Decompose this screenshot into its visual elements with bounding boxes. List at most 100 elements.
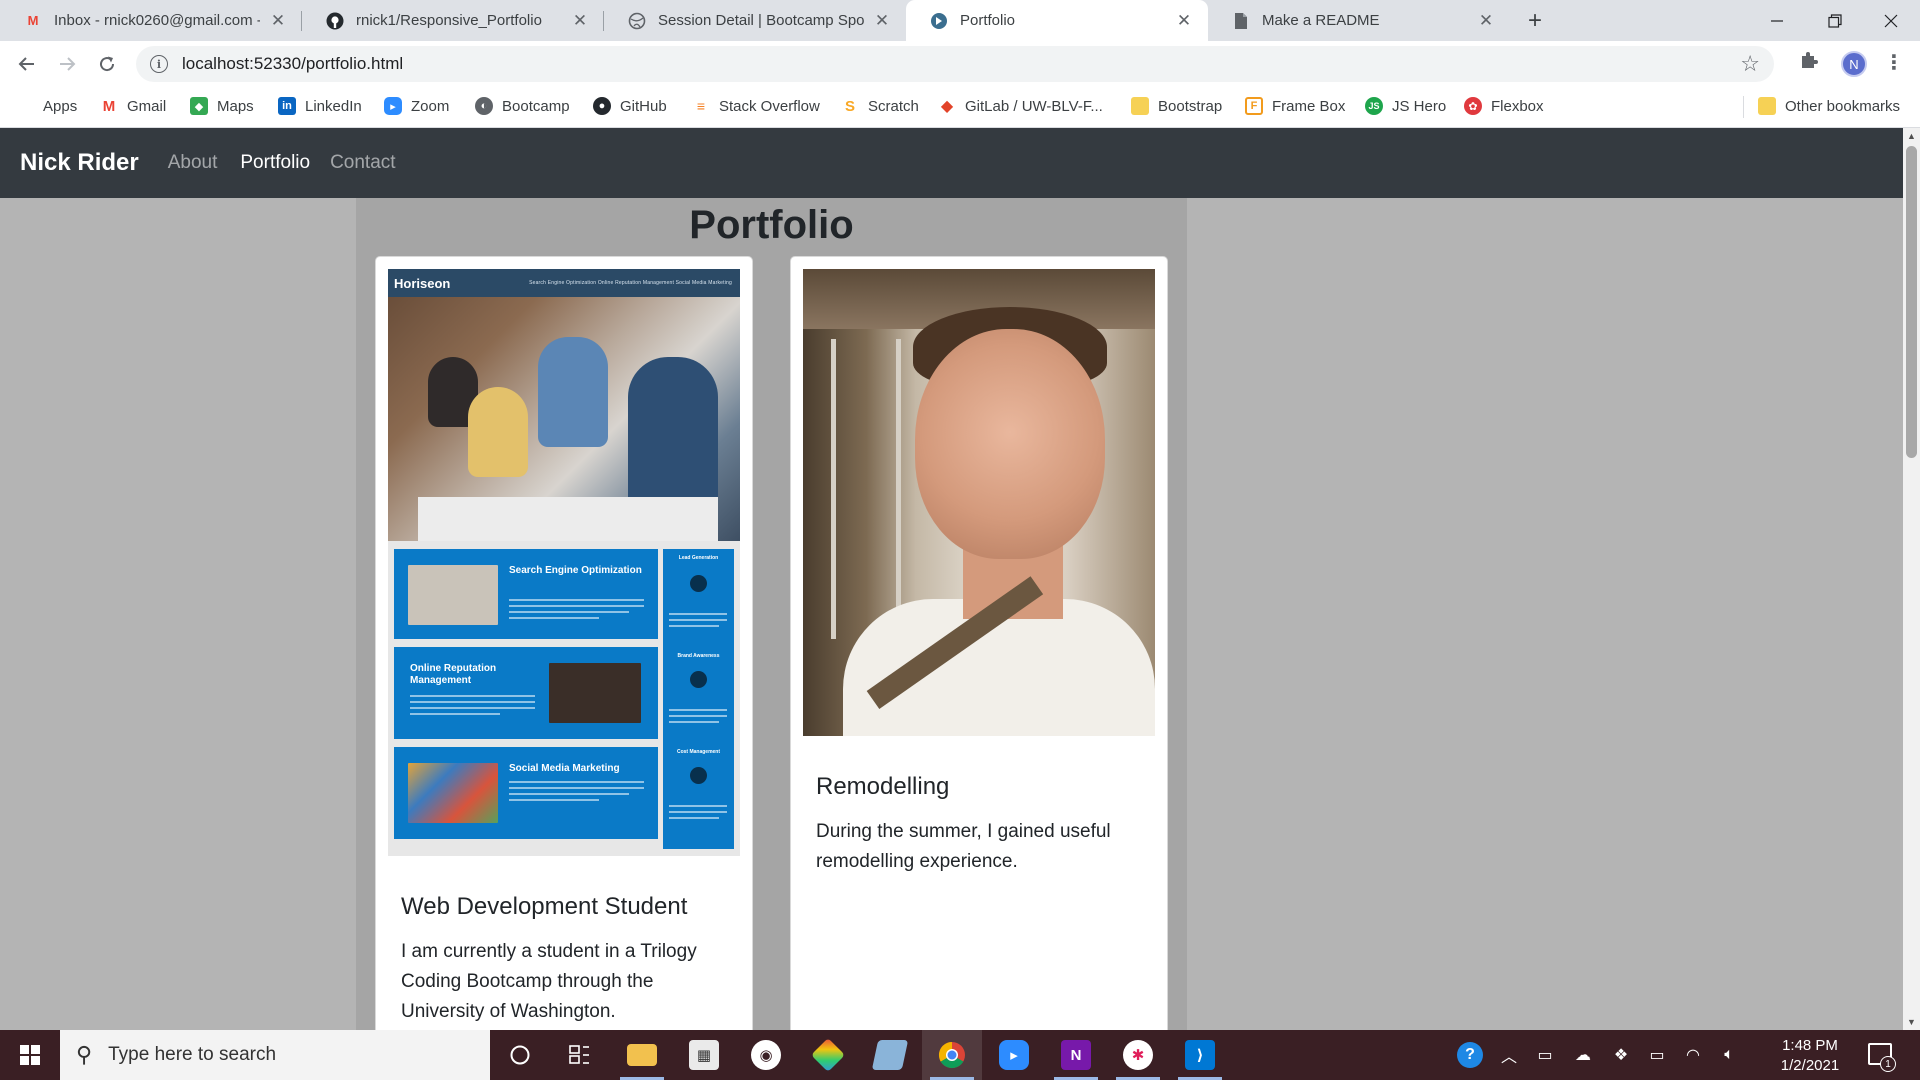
url-text[interactable]: localhost:52330/portfolio.html (182, 54, 403, 74)
battery-icon[interactable]: ▭ (1642, 1030, 1672, 1080)
card-title: Remodelling (816, 773, 950, 800)
bookmark-bootstrap[interactable]: Bootstrap (1131, 94, 1222, 118)
bookmark-label: Frame Box (1272, 97, 1346, 115)
taskbar-search[interactable]: ⚲ Type here to search (60, 1030, 490, 1080)
nav-contact[interactable]: Contact (330, 152, 395, 174)
nav-about[interactable]: About (168, 152, 218, 174)
globe-icon (628, 12, 646, 30)
tab-strip: M Inbox - rnick0260@gmail.com - G ✕ rnic… (0, 0, 1920, 41)
close-icon[interactable]: ✕ (268, 11, 288, 31)
bookmark-flexbox[interactable]: ✿ Flexbox (1464, 94, 1544, 118)
apps-grid-icon (18, 98, 34, 114)
cortana-button[interactable] (490, 1030, 550, 1080)
bookmark-frame-box[interactable]: F Frame Box (1245, 94, 1345, 118)
bookmark-github[interactable]: ● GitHub (593, 94, 667, 118)
dropbox-icon[interactable]: ❖ (1606, 1030, 1636, 1080)
close-icon[interactable]: ✕ (872, 11, 892, 31)
bookmark-label: Flexbox (1491, 97, 1544, 115)
site-navbar: Nick Rider About Portfolio Contact (0, 128, 1903, 198)
menu-icon[interactable]: ⋮ (1884, 50, 1904, 75)
onedrive-icon[interactable]: ☁ (1566, 1030, 1600, 1080)
horiseon-screenshot[interactable]: Horiseon Search Engine Optimization Onli… (388, 269, 740, 856)
mockup-sidebar: Lead Generation Brand Awareness Cost Man… (663, 549, 734, 849)
maps-icon: ◆ (190, 97, 208, 115)
flexbox-icon: ✿ (1464, 97, 1482, 115)
address-bar[interactable]: i localhost:52330/portfolio.html ☆ (136, 46, 1774, 82)
bookmark-gmail[interactable]: M Gmail (100, 94, 166, 118)
card-text: I am currently a student in a Trilogy Co… (401, 941, 697, 1022)
minimize-button[interactable] (1748, 0, 1806, 41)
site-brand[interactable]: Nick Rider (20, 149, 139, 177)
chevron-up-icon[interactable]: ︿ (1494, 1030, 1524, 1080)
close-icon[interactable]: ✕ (1174, 11, 1194, 31)
bookmark-stack-overflow[interactable]: ≡ Stack Overflow (692, 94, 820, 118)
bookmark-other-bookmarks[interactable]: Other bookmarks (1758, 94, 1900, 118)
start-button[interactable] (0, 1030, 60, 1080)
close-icon[interactable]: ✕ (1476, 11, 1496, 31)
page-scrollbar[interactable]: ▲ ▼ (1903, 128, 1920, 1030)
remodelling-photo[interactable] (803, 269, 1155, 736)
taskbar-slack[interactable]: ✱ (1108, 1030, 1168, 1080)
bookmarks-bar: Apps M Gmail ◆ Maps in LinkedIn ▸ Zoom ◐… (0, 86, 1920, 128)
taskbar-store[interactable]: ▦ (674, 1030, 734, 1080)
scroll-up-icon[interactable]: ▲ (1907, 131, 1916, 141)
help-icon[interactable]: ? (1452, 1030, 1488, 1080)
taskbar-notes[interactable] (860, 1030, 920, 1080)
tab-bootcamp-spot[interactable]: Session Detail | Bootcamp Spot ✕ (604, 0, 906, 41)
reload-button[interactable] (91, 48, 123, 80)
bookmark-zoom[interactable]: ▸ Zoom (384, 94, 449, 118)
tab-portfolio[interactable]: Portfolio ✕ (906, 0, 1208, 41)
taskbar-app-shield[interactable]: ◉ (736, 1030, 796, 1080)
taskbar-git[interactable] (798, 1030, 858, 1080)
bookmark-star-icon[interactable]: ☆ (1740, 51, 1760, 77)
linkedin-icon: in (278, 97, 296, 115)
page-icon (930, 12, 948, 30)
scroll-down-icon[interactable]: ▼ (1907, 1017, 1916, 1027)
new-tab-button[interactable]: + (1520, 6, 1550, 36)
bookmark-label: GitHub (620, 97, 667, 115)
page-title: Portfolio (689, 203, 854, 247)
info-icon[interactable]: i (150, 55, 168, 73)
windows-taskbar: ⚲ Type here to search ▦ ◉ ▸ N ✱ ⟩ ? ︿ ▭ … (0, 1030, 1920, 1080)
forward-button[interactable] (51, 48, 83, 80)
extensions-icon[interactable] (1799, 50, 1819, 76)
bookmark-label: JS Hero (1392, 97, 1447, 115)
close-icon[interactable]: ✕ (570, 11, 590, 31)
scrollbar-thumb[interactable] (1906, 146, 1917, 458)
tab-title: rnick1/Responsive_Portfolio (356, 12, 542, 29)
close-window-button[interactable] (1862, 0, 1920, 41)
gmail-icon: M (27, 13, 39, 28)
task-view-button[interactable] (550, 1030, 610, 1080)
bookmark-linkedin[interactable]: in LinkedIn (278, 94, 362, 118)
meet-now-icon[interactable]: ▭ (1530, 1030, 1560, 1080)
tab-github[interactable]: rnick1/Responsive_Portfolio ✕ (302, 0, 604, 41)
bookmark-label: Zoom (411, 97, 450, 115)
wifi-icon[interactable]: ◠ (1678, 1030, 1708, 1080)
bookmark-bootcamp[interactable]: ◐ Bootcamp (475, 94, 570, 118)
taskbar-onenote[interactable]: N (1046, 1030, 1106, 1080)
folder-icon (627, 1044, 657, 1066)
js-hero-icon: JS (1365, 97, 1383, 115)
taskbar-zoom[interactable]: ▸ (984, 1030, 1044, 1080)
nav-portfolio[interactable]: Portfolio (240, 152, 310, 174)
cortana-icon (510, 1045, 530, 1065)
restore-button[interactable] (1806, 0, 1864, 41)
bookmark-apps[interactable]: Apps (18, 94, 77, 118)
taskbar-file-explorer[interactable] (612, 1030, 672, 1080)
tab-readme[interactable]: Make a README ✕ (1208, 0, 1510, 41)
tab-gmail[interactable]: M Inbox - rnick0260@gmail.com - G ✕ (0, 0, 302, 41)
bookmark-js-hero[interactable]: JS JS Hero (1365, 94, 1446, 118)
bookmark-gitlab[interactable]: ◆ GitLab / UW-BLV-F... (938, 94, 1103, 118)
windows-icon (20, 1045, 40, 1065)
remodelling-photo-art (803, 269, 1155, 736)
taskbar-vscode[interactable]: ⟩ (1170, 1030, 1230, 1080)
bookmark-maps[interactable]: ◆ Maps (190, 94, 254, 118)
volume-icon[interactable]: 🔈︎ (1712, 1030, 1746, 1080)
taskbar-clock[interactable]: 1:48 PM 1/2/2021 (1770, 1036, 1850, 1076)
folder-icon (1758, 97, 1776, 115)
back-button[interactable] (11, 48, 43, 80)
taskbar-chrome[interactable] (922, 1030, 982, 1080)
bookmark-scratch[interactable]: S Scratch (841, 94, 919, 118)
search-placeholder: Type here to search (108, 1044, 277, 1065)
profile-avatar[interactable]: N (1841, 51, 1867, 77)
